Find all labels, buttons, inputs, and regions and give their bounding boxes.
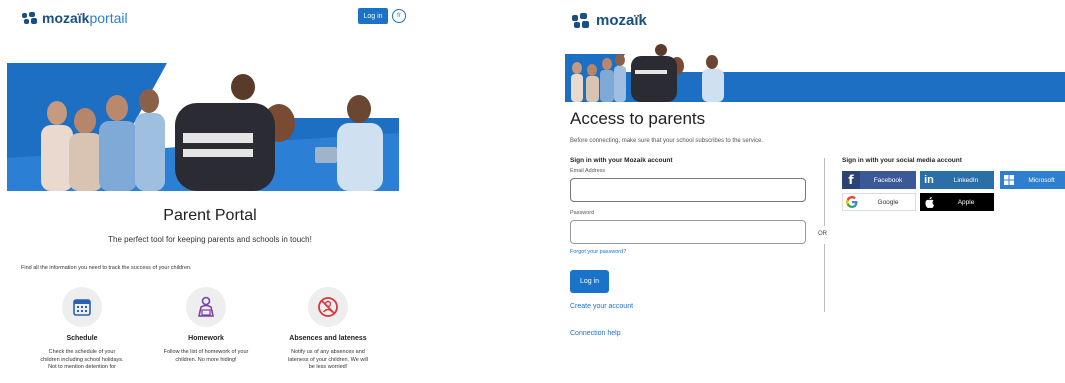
connection-help-link[interactable]: Connection help <box>570 330 621 337</box>
page-title: Parent Portal <box>163 207 257 224</box>
mozaik-portail-logo[interactable]: mozaïk portail <box>22 10 128 26</box>
logo-text-bold: mozaïk <box>42 10 90 26</box>
feature-description: Follow the list of homework of your chil… <box>154 349 258 364</box>
header-login-button[interactable]: Log in <box>358 8 388 24</box>
logo-text: mozaïk <box>596 12 647 29</box>
feature-homework: Homework Follow the list of homework of … <box>154 287 258 364</box>
mozaik-logo-icon <box>22 12 38 24</box>
language-toggle-button[interactable]: fr <box>392 9 406 23</box>
homework-icon <box>186 287 226 327</box>
apple-label: Apple <box>957 198 975 206</box>
feature-title: Absences and lateness <box>289 335 367 342</box>
feature-description-line: be less worried! <box>308 364 348 371</box>
intro-text: Find all the information you need to tra… <box>21 265 192 271</box>
facebook-signin-button[interactable]: f Facebook <box>842 171 916 189</box>
vertical-divider <box>824 158 825 226</box>
email-label: Email Address <box>570 168 606 174</box>
login-button[interactable]: Log in <box>570 270 609 293</box>
subscription-note: Before connecting, make sure that your s… <box>570 138 764 144</box>
or-separator: OR <box>818 231 827 237</box>
linkedin-icon: in <box>924 174 934 186</box>
mozaik-logo[interactable]: mozaïk <box>572 12 647 29</box>
feature-schedule: Schedule Check the schedule of your chil… <box>30 287 134 372</box>
calendar-icon <box>62 287 102 327</box>
feature-description-line: children. No more hiding! <box>175 356 237 363</box>
logo-text-thin: portail <box>89 10 128 26</box>
microsoft-signin-button[interactable]: Microsoft <box>1000 171 1065 189</box>
linkedin-label: LinkedIn <box>953 176 979 184</box>
hero-banner-image <box>565 42 1065 102</box>
apple-icon <box>920 193 938 211</box>
linkedin-signin-button[interactable]: in LinkedIn <box>920 171 994 189</box>
mozaik-signin-heading: Sign in with your Mozaik account <box>570 157 673 164</box>
forgot-password-link[interactable]: Forgot your password? <box>570 249 626 255</box>
create-account-link[interactable]: Create your account <box>570 303 633 310</box>
email-field[interactable] <box>570 178 806 202</box>
feature-absences: Absences and lateness Notify us of any a… <box>276 287 380 372</box>
google-signin-button[interactable]: Google <box>842 193 916 211</box>
feature-title: Schedule <box>66 335 98 342</box>
feature-description-line: lateness of your children. We will <box>288 356 368 363</box>
page-title: Access to parents <box>570 109 706 128</box>
mozaik-logo-icon <box>572 12 590 29</box>
apple-signin-button[interactable]: Apple <box>920 193 994 211</box>
microsoft-icon <box>1000 171 1018 189</box>
feature-description: Check the schedule of your children incl… <box>30 349 134 372</box>
microsoft-label: Microsoft <box>1028 176 1055 184</box>
absence-icon <box>308 287 348 327</box>
feature-title: Homework <box>188 335 224 342</box>
google-label: Google <box>877 198 899 206</box>
password-field[interactable] <box>570 220 806 244</box>
feature-description-line: Follow the list of homework of your <box>163 349 249 355</box>
feature-description: Notify us of any absences and lateness o… <box>276 349 380 372</box>
hero-banner-image <box>7 63 399 191</box>
social-signin-heading: Sign in with your social media account <box>842 157 962 164</box>
feature-description-line: Check the schedule of your <box>48 349 116 355</box>
vertical-divider <box>824 244 825 312</box>
google-icon <box>843 193 861 211</box>
feature-description-line: Not to mention detention for <box>48 364 116 371</box>
feature-description-line: Notify us of any absences and <box>291 349 365 355</box>
password-label: Password <box>570 210 595 216</box>
parent-portal-page: mozaïk portail Log in fr Parent Portal T… <box>0 0 420 383</box>
facebook-icon: f <box>842 171 860 189</box>
facebook-label: Facebook <box>873 176 903 184</box>
page-subtitle: The perfect tool for keeping parents and… <box>108 235 312 244</box>
feature-description-line: children including school holidays. <box>40 356 124 363</box>
